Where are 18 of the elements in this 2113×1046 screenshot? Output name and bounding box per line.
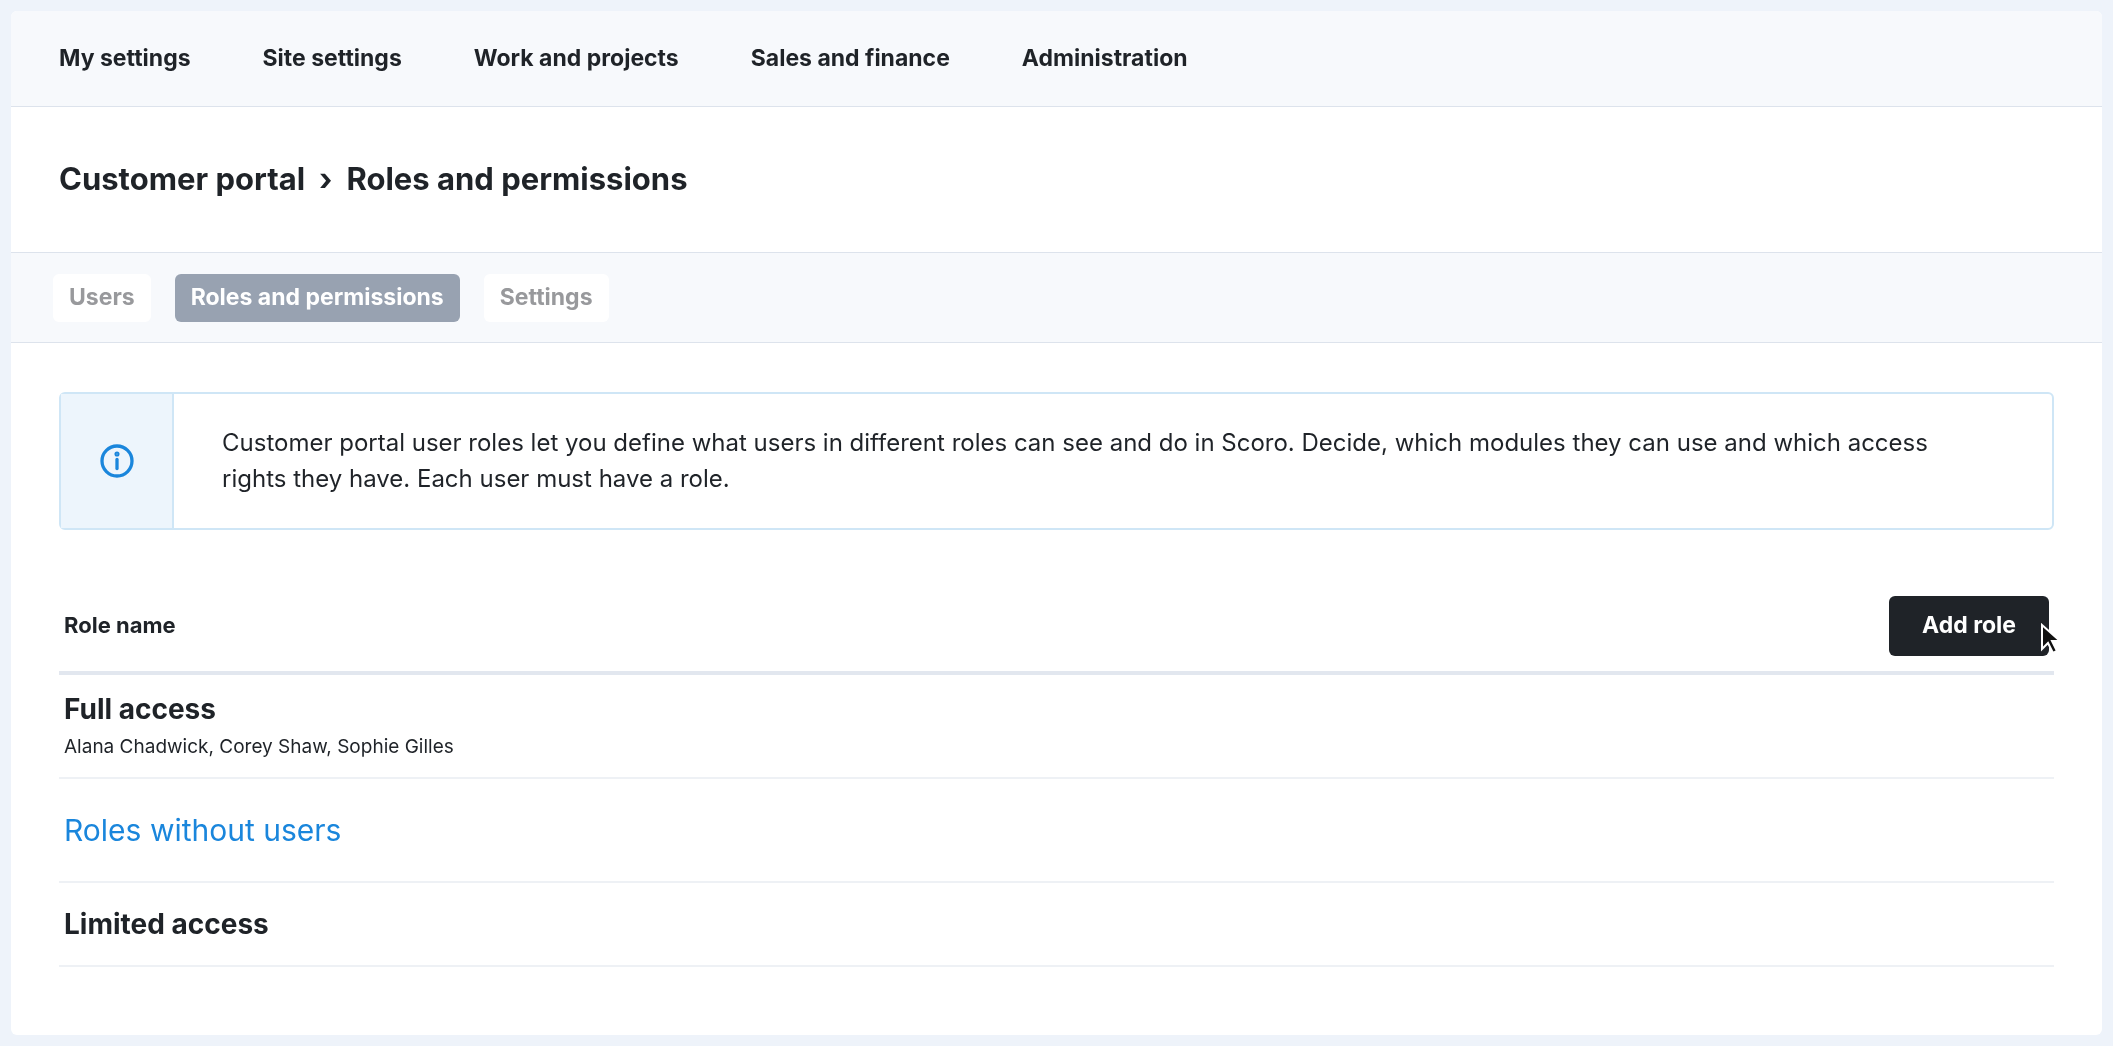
role-row[interactable]: Limited access — [59, 883, 2054, 967]
role-users: Alana Chadwick, Corey Shaw, Sophie Gilles — [64, 734, 455, 760]
breadcrumb-link[interactable]: Customer portal — [59, 156, 306, 203]
nav-link[interactable]: Sales and finance — [750, 41, 950, 76]
breadcrumb-separator: › — [319, 159, 333, 200]
section-heading: Roles without users — [64, 810, 342, 850]
role-row[interactable]: Full access Alana Chadwick, Corey Shaw, Sophie Gilles — [59, 675, 2054, 779]
nav-link[interactable]: Site settings — [262, 41, 402, 76]
add-role-button[interactable]: Add role — [1889, 595, 2049, 656]
nav-link[interactable]: Administration — [1021, 41, 1188, 76]
role-name: Full access — [64, 691, 217, 727]
column-header: Role name — [64, 611, 176, 640]
info-icon — [98, 443, 135, 479]
info-text: Customer portal user roles let you define what users in different roles can see and do in Scoro. Decide, which modules they can use and which access rights they have. Each user must have a role. — [221, 427, 1929, 495]
role-name: Limited access — [64, 906, 270, 942]
nav-link[interactable]: Work and projects — [473, 41, 679, 76]
nav-link[interactable]: My settings — [59, 41, 191, 76]
page-title: Roles and permissions — [346, 159, 688, 200]
